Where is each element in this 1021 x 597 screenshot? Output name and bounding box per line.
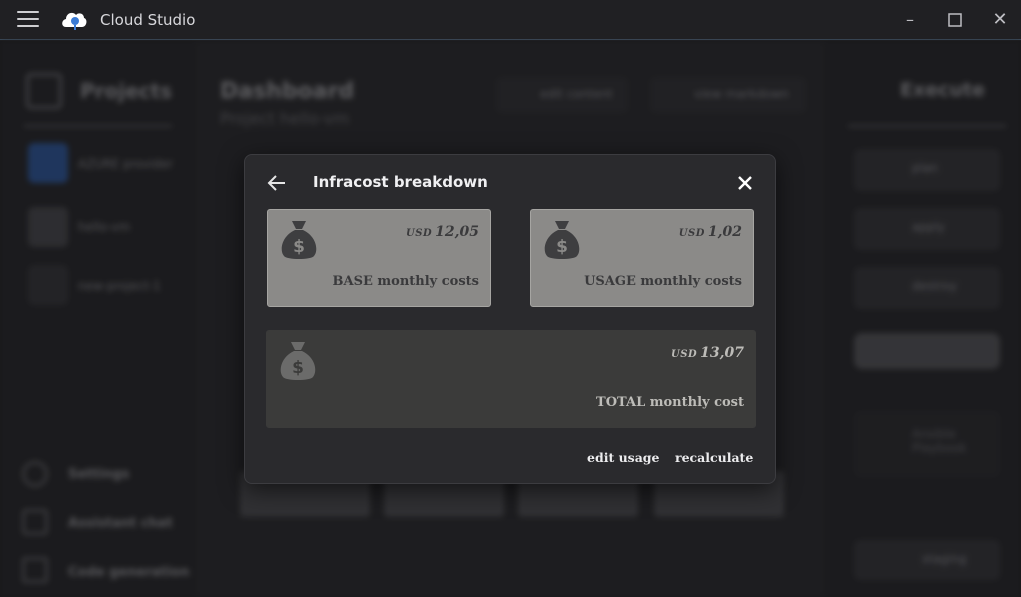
usage-cost-card: $ USD 1,02 USAGE monthly costs (530, 209, 754, 307)
hamburger-icon[interactable] (17, 11, 39, 29)
app-title: Cloud Studio (100, 11, 196, 29)
total-cost-card: $ USD 13,07 TOTAL monthly cost (266, 330, 756, 428)
total-amount: USD 13,07 (671, 345, 744, 361)
svg-text:$: $ (293, 237, 305, 257)
base-cost-card: $ USD 12,05 BASE monthly costs (267, 209, 491, 307)
svg-text:$: $ (292, 358, 304, 378)
svg-text:$: $ (556, 237, 568, 257)
money-bag-icon: $ (541, 218, 583, 262)
minimize-icon[interactable]: – (898, 8, 922, 32)
base-amount: USD 12,05 (406, 224, 479, 240)
arrow-left-icon[interactable] (267, 172, 291, 194)
edit-usage-link[interactable]: edit usage (587, 450, 660, 465)
base-label: BASE monthly costs (332, 274, 479, 289)
usage-amount: USD 1,02 (678, 224, 742, 240)
cloud-logo-icon (59, 5, 89, 33)
recalculate-link[interactable]: recalculate (675, 450, 753, 465)
maximize-icon[interactable] (943, 8, 967, 32)
title-bar: Cloud Studio – ✕ (0, 0, 1021, 40)
money-bag-icon: $ (277, 339, 319, 383)
window-close-icon[interactable]: ✕ (988, 8, 1012, 32)
money-bag-icon: $ (278, 218, 320, 262)
total-label: TOTAL monthly cost (596, 395, 744, 410)
close-icon[interactable] (735, 172, 755, 194)
infracost-modal: Infracost breakdown $ USD 12,05 BASE mont… (244, 154, 776, 484)
usage-label: USAGE monthly costs (584, 274, 742, 289)
modal-title: Infracost breakdown (313, 173, 488, 191)
